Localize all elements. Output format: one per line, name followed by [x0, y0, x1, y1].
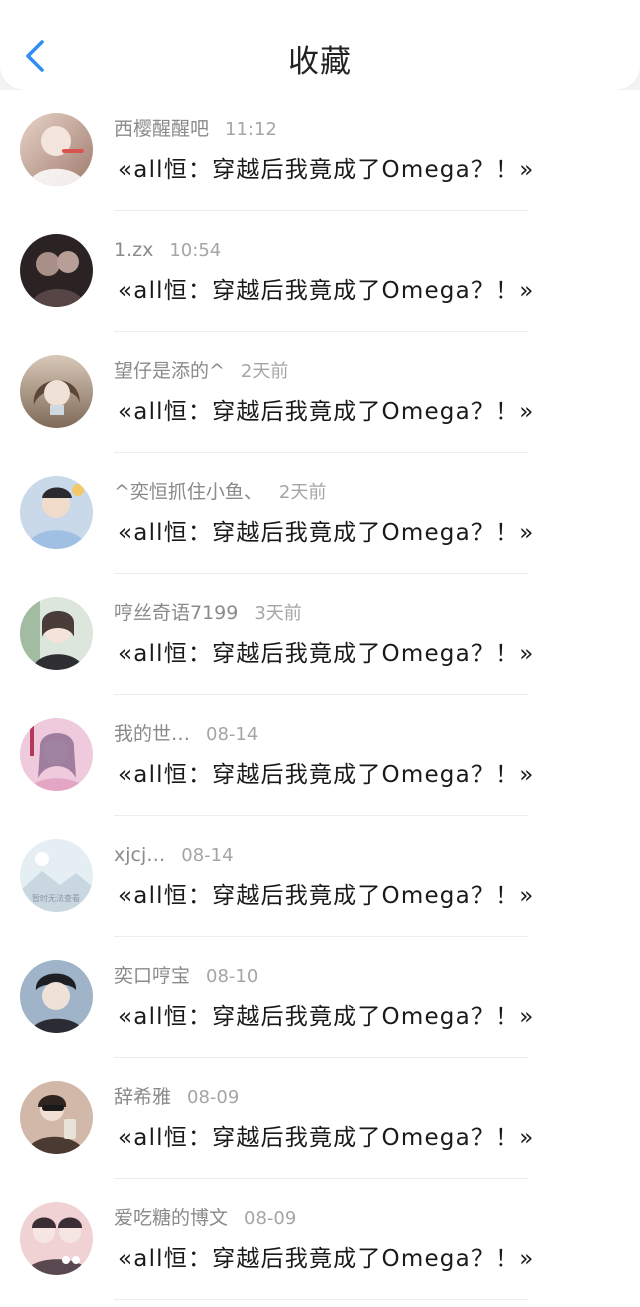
list-item[interactable]: 1.zx 10:54 «all恒：穿越后我竟成了Omega？！» [0, 211, 640, 332]
username: 爱吃糖的博文 [114, 1207, 229, 1229]
item-content[interactable]: «all恒：穿越后我竟成了Omega？！» [118, 757, 535, 793]
list-item[interactable]: 哼丝奇语7199 3天前 «all恒：穿越后我竟成了Omega？！» [0, 574, 640, 695]
avatar-caption: 暂时无法查看 [32, 893, 80, 903]
top-bar: 收藏 [0, 0, 640, 90]
avatar[interactable] [20, 960, 93, 1033]
item-content[interactable]: «all恒：穿越后我竟成了Omega？！» [118, 999, 535, 1035]
timestamp: 11:12 [225, 119, 277, 140]
avatar[interactable] [20, 597, 93, 670]
avatar[interactable] [20, 718, 93, 791]
item-meta: 辞希雅 08-09 [114, 1082, 239, 1112]
avatar[interactable] [20, 234, 93, 307]
list-item[interactable]: 奕口哼宝 08-10 «all恒：穿越后我竟成了Omega？！» [0, 937, 640, 1058]
timestamp: 2天前 [278, 482, 327, 503]
username: 哼丝奇语7199 [114, 602, 239, 624]
avatar[interactable]: 暂时无法查看 [20, 839, 93, 912]
list-item[interactable]: 西樱醒醒吧 11:12 «all恒：穿越后我竟成了Omega？！» [0, 90, 640, 211]
username: 奕口哼宝 [114, 965, 191, 987]
username: 1.zx [114, 239, 154, 261]
item-meta: ^奕恒抓住小鱼、 2天前 [114, 477, 326, 507]
username: 西樱醒醒吧 [114, 118, 210, 140]
item-content[interactable]: «all恒：穿越后我竟成了Omega？！» [118, 878, 535, 914]
item-content[interactable]: «all恒：穿越后我竟成了Omega？！» [118, 152, 535, 188]
page-title: 收藏 [288, 44, 352, 80]
item-meta: 望仔是添的^ 2天前 [114, 356, 288, 386]
avatar[interactable] [20, 476, 93, 549]
username: ^奕恒抓住小鱼、 [114, 481, 263, 503]
item-content[interactable]: «all恒：穿越后我竟成了Omega？！» [118, 1241, 535, 1277]
username: 辞希雅 [114, 1086, 172, 1108]
item-meta: 我的世… 08-14 [114, 719, 258, 749]
timestamp: 08-14 [181, 845, 234, 866]
item-meta: 奕口哼宝 08-10 [114, 961, 258, 991]
item-meta: 西樱醒醒吧 11:12 [114, 114, 277, 144]
divider [114, 1299, 528, 1300]
favorites-list: 西樱醒醒吧 11:12 «all恒：穿越后我竟成了Omega？！» 1.zx 10:… [0, 90, 640, 1307]
item-content[interactable]: «all恒：穿越后我竟成了Omega？！» [118, 1120, 535, 1156]
item-meta: 爱吃糖的博文 08-09 [114, 1203, 296, 1233]
item-content[interactable]: «all恒：穿越后我竟成了Omega？！» [118, 394, 535, 430]
timestamp: 2天前 [240, 361, 289, 382]
username: 我的世… [114, 723, 191, 745]
list-item[interactable]: 爱吃糖的博文 08-09 «all恒：穿越后我竟成了Omega？！» [0, 1179, 640, 1300]
list-item[interactable]: 辞希雅 08-09 «all恒：穿越后我竟成了Omega？！» [0, 1058, 640, 1179]
username: 望仔是添的^ [114, 360, 225, 382]
list-item[interactable]: ^奕恒抓住小鱼、 2天前 «all恒：穿越后我竟成了Omega？！» [0, 453, 640, 574]
avatar[interactable] [20, 355, 93, 428]
item-meta: 1.zx 10:54 [114, 235, 221, 265]
username: xjcj… [114, 844, 166, 866]
timestamp: 08-09 [244, 1208, 297, 1229]
timestamp: 08-09 [187, 1087, 240, 1108]
item-content[interactable]: «all恒：穿越后我竟成了Omega？！» [118, 636, 535, 672]
list-item[interactable]: 我的世… 08-14 «all恒：穿越后我竟成了Omega？！» [0, 695, 640, 816]
item-meta: xjcj… 08-14 [114, 840, 234, 870]
avatar[interactable] [20, 113, 93, 186]
timestamp: 10:54 [169, 240, 222, 261]
timestamp: 3天前 [254, 603, 302, 624]
item-content[interactable]: «all恒：穿越后我竟成了Omega？！» [118, 515, 535, 551]
avatar[interactable] [20, 1202, 93, 1275]
item-meta: 哼丝奇语7199 3天前 [114, 598, 302, 628]
timestamp: 08-14 [206, 724, 259, 745]
list-item[interactable]: 暂时无法查看 xjcj… 08-14 «all恒：穿越后我竟成了Omega？！» [0, 816, 640, 937]
avatar[interactable] [20, 1081, 93, 1154]
list-item[interactable]: 望仔是添的^ 2天前 «all恒：穿越后我竟成了Omega？！» [0, 332, 640, 453]
timestamp: 08-10 [206, 966, 259, 987]
item-content[interactable]: «all恒：穿越后我竟成了Omega？！» [118, 273, 535, 309]
